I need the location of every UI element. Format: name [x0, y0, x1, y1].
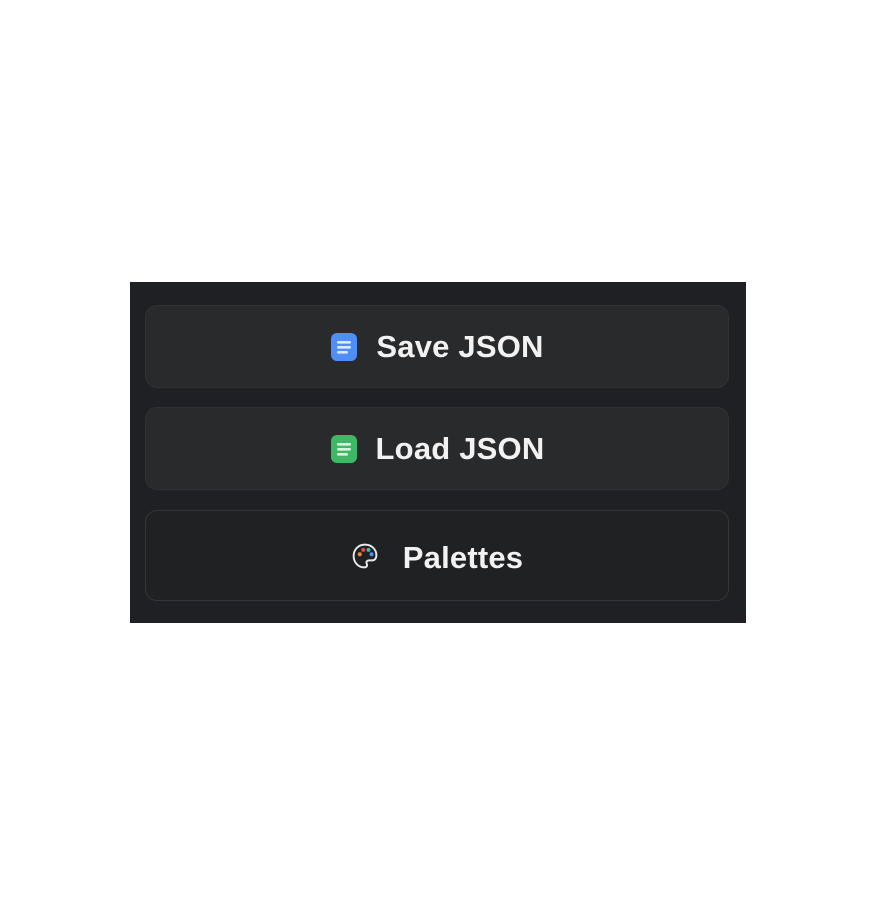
save-document-icon [330, 332, 358, 361]
palettes-label: Palettes [402, 539, 524, 575]
save-json-button[interactable]: Save JSON [145, 305, 729, 388]
load-json-button[interactable]: Load JSON [145, 407, 729, 490]
palettes-button[interactable]: Palettes [145, 510, 729, 601]
action-panel: Save JSON Load JSON Palettes [130, 282, 746, 623]
load-document-icon [330, 434, 358, 463]
load-json-label: Load JSON [375, 430, 545, 466]
save-json-label: Save JSON [376, 328, 544, 364]
palette-icon [351, 542, 379, 570]
